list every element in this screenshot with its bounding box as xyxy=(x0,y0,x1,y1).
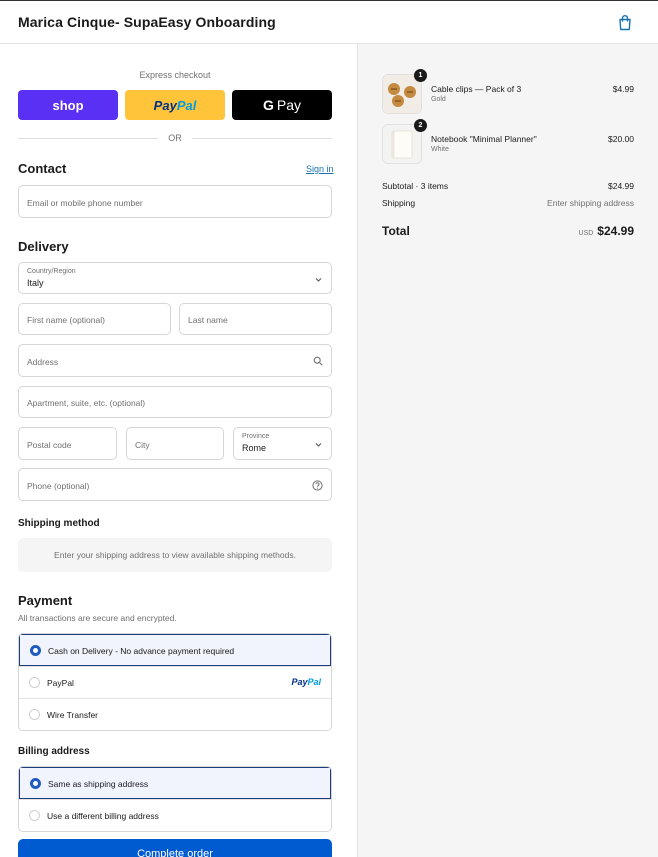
country-value: Italy xyxy=(27,278,44,288)
shipping-method-title: Shipping method xyxy=(18,518,100,529)
phone-placeholder: Phone (optional) xyxy=(27,481,90,491)
payment-option-wire[interactable]: Wire Transfer xyxy=(19,698,331,730)
checkout-form: Express checkout shop Pay Pal G Pay OR Co… xyxy=(0,44,357,857)
subtotal-value: $24.99 xyxy=(608,181,634,191)
paypal-logo-part2: Pal xyxy=(307,677,321,687)
google-pay-button[interactable]: G Pay xyxy=(232,90,332,120)
google-g-icon: G xyxy=(262,97,274,113)
cable-clips-thumbnail: 1 xyxy=(382,69,427,114)
payment-option-label: Wire Transfer xyxy=(47,710,99,720)
payment-option-paypal[interactable]: PayPal PayPal xyxy=(19,666,331,698)
paypal-logo-part1: Pay xyxy=(291,677,308,687)
radio-selected[interactable] xyxy=(30,645,41,656)
radio-selected[interactable] xyxy=(30,778,41,789)
contact-title: Contact xyxy=(18,161,67,176)
search-icon xyxy=(313,356,323,366)
express-checkout-label: Express checkout xyxy=(139,70,211,80)
phone-field[interactable]: Phone (optional) xyxy=(18,468,332,501)
billing-option-label: Same as shipping address xyxy=(48,779,149,789)
or-text: OR xyxy=(168,133,182,143)
paypal-logo-part1: Pay xyxy=(153,97,177,113)
billing-address-title: Billing address xyxy=(18,746,90,757)
payment-title: Payment xyxy=(18,593,73,608)
billing-option-same[interactable]: Same as shipping address xyxy=(19,767,331,799)
email-field[interactable]: Email or mobile phone number xyxy=(18,185,332,218)
subtotal-row: Subtotal · 3 items $24.99 xyxy=(382,181,634,191)
order-item: 1 Cable clips — Pack of 3 Gold $4.99 xyxy=(382,69,634,114)
header: Marica Cinque- SupaEasy Onboarding xyxy=(0,0,658,44)
last-name-placeholder: Last name xyxy=(188,315,228,325)
payment-option-label: PayPal xyxy=(47,678,74,688)
notebook-thumbnail: 2 xyxy=(382,119,427,164)
notebook-image-icon xyxy=(383,125,421,163)
item-price: $4.99 xyxy=(612,84,634,94)
country-select[interactable]: Country/Region Italy xyxy=(18,262,332,294)
store-title: Marica Cinque- SupaEasy Onboarding xyxy=(18,14,276,30)
payment-option-label: Cash on Delivery - No advance payment re… xyxy=(48,646,235,656)
google-pay-label: Pay xyxy=(276,97,301,113)
shipping-method-message: Enter your shipping address to view avai… xyxy=(18,538,332,572)
total-label: Total xyxy=(382,224,410,238)
billing-option-different[interactable]: Use a different billing address xyxy=(19,799,331,831)
total-row: Total USD $24.99 xyxy=(382,222,634,240)
item-price: $20.00 xyxy=(608,134,634,144)
radio-unselected[interactable] xyxy=(29,677,40,688)
paypal-logo-part2: Pal xyxy=(176,97,197,113)
sign-in-link[interactable]: Sign in xyxy=(306,164,334,174)
postal-code-field[interactable]: Postal code xyxy=(18,427,117,460)
radio-unselected[interactable] xyxy=(29,810,40,821)
quantity-badge: 1 xyxy=(414,69,427,82)
item-variant: Gold xyxy=(431,96,446,103)
payment-subtitle: All transactions are secure and encrypte… xyxy=(18,613,177,623)
payment-option-cod[interactable]: Cash on Delivery - No advance payment re… xyxy=(19,634,331,666)
apartment-field[interactable]: Apartment, suite, etc. (optional) xyxy=(18,386,332,418)
last-name-field[interactable]: Last name xyxy=(179,303,332,335)
radio-unselected[interactable] xyxy=(29,709,40,720)
address-field[interactable]: Address xyxy=(18,344,332,377)
postal-code-placeholder: Postal code xyxy=(27,440,72,450)
shop-pay-label: shop xyxy=(52,97,84,113)
shipping-label: Shipping xyxy=(382,198,416,208)
city-placeholder: City xyxy=(135,440,150,450)
total-amount: USD $24.99 xyxy=(579,222,634,240)
shop-pay-button[interactable]: shop xyxy=(18,90,118,120)
quantity-badge: 2 xyxy=(414,119,427,132)
total-value: $24.99 xyxy=(597,224,634,238)
shopping-bag-icon[interactable] xyxy=(617,14,633,31)
currency-code: USD xyxy=(578,230,594,237)
or-divider: OR xyxy=(18,132,332,144)
complete-order-button[interactable]: Complete order xyxy=(18,839,332,857)
country-label: Country/Region xyxy=(27,268,76,275)
email-placeholder: Email or mobile phone number xyxy=(27,198,143,208)
first-name-field[interactable]: First name (optional) xyxy=(18,303,171,335)
help-circle-icon[interactable] xyxy=(312,480,323,491)
province-label: Province xyxy=(242,433,270,440)
chevron-down-icon xyxy=(315,443,322,447)
paypal-logo-icon: PayPal xyxy=(291,677,321,687)
order-summary: 1 Cable clips — Pack of 3 Gold $4.99 2 N… xyxy=(357,44,658,857)
address-placeholder: Address xyxy=(27,357,59,367)
province-select[interactable]: Province Rome xyxy=(233,427,332,460)
shipping-row: Shipping Enter shipping address xyxy=(382,198,634,208)
province-value: Rome xyxy=(242,443,267,453)
shipping-value: Enter shipping address xyxy=(547,198,634,208)
payment-options: Cash on Delivery - No advance payment re… xyxy=(18,633,332,731)
chevron-down-icon xyxy=(315,278,322,282)
first-name-placeholder: First name (optional) xyxy=(27,315,105,325)
paypal-button[interactable]: Pay Pal xyxy=(125,90,225,120)
item-name: Cable clips — Pack of 3 xyxy=(431,84,522,94)
delivery-title: Delivery xyxy=(18,239,69,254)
item-variant: White xyxy=(431,146,449,153)
subtotal-label: Subtotal · 3 items xyxy=(382,181,449,191)
cable-clips-image-icon xyxy=(383,75,421,113)
city-field[interactable]: City xyxy=(126,427,224,460)
order-item: 2 Notebook "Minimal Planner" White $20.0… xyxy=(382,119,634,164)
apartment-placeholder: Apartment, suite, etc. (optional) xyxy=(27,398,146,408)
billing-option-label: Use a different billing address xyxy=(47,811,159,821)
item-name: Notebook "Minimal Planner" xyxy=(431,134,537,144)
billing-options: Same as shipping address Use a different… xyxy=(18,766,332,832)
